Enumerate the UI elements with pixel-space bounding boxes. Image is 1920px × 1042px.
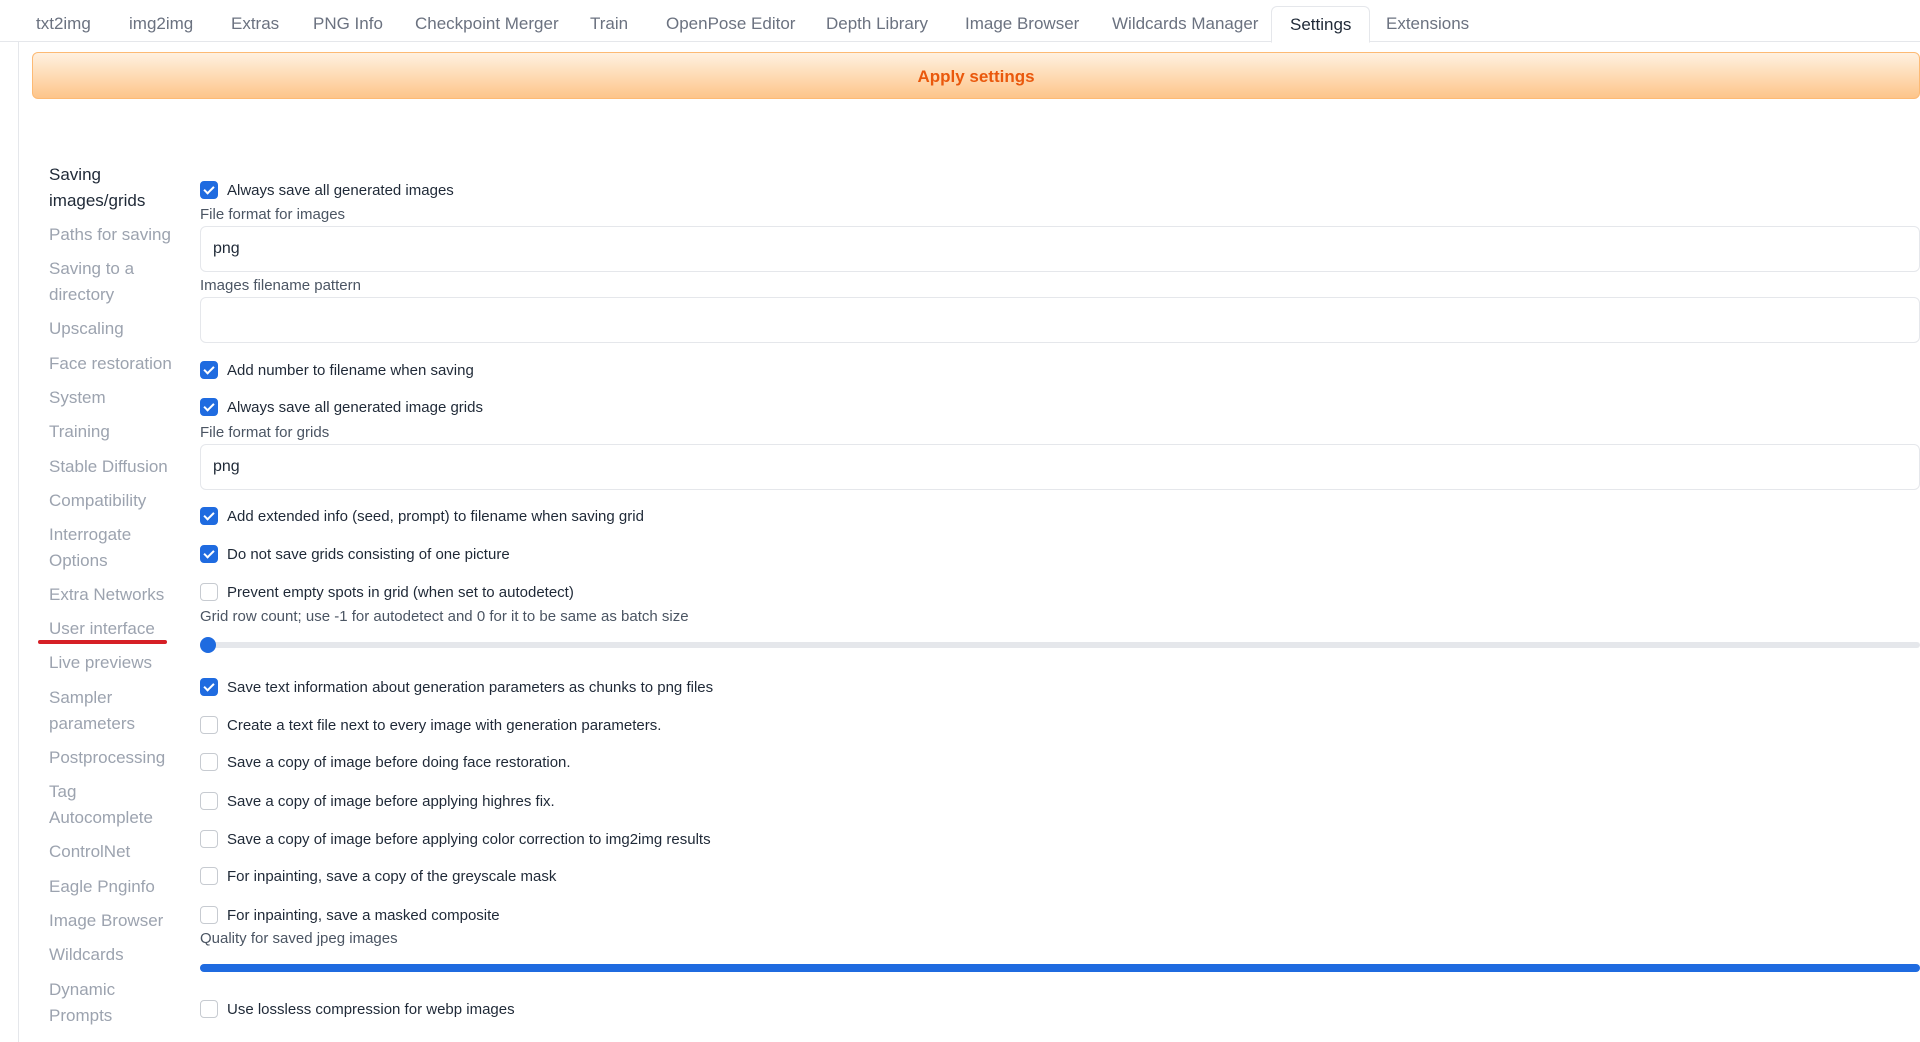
setting-extended-info[interactable]: Add extended info (seed, prompt) to file… [200,506,644,526]
setting-always-save-grids[interactable]: Always save all generated image grids [200,397,483,417]
setting-label: Always save all generated images [227,181,454,199]
tab-image-browser[interactable]: Image Browser [947,6,1097,42]
annotation-underline [38,640,167,644]
setting-label: Always save all generated image grids [227,398,483,416]
jpeg-quality-label: Quality for saved jpeg images [200,930,398,947]
tab-txt2img[interactable]: txt2img [18,6,109,42]
sidebar-item-image-browser[interactable]: Image Browser [49,908,179,934]
file-format-grids-input[interactable]: png [200,444,1920,490]
sidebar-item-system[interactable]: System [49,385,179,411]
setting-copy-before-color[interactable]: Save a copy of image before applying col… [200,829,711,849]
setting-save-text-info[interactable]: Save text information about generation p… [200,677,713,697]
sidebar-item-saving-images-grids[interactable]: Saving images/grids [49,162,179,214]
checkbox[interactable] [200,507,218,525]
checkbox[interactable] [200,398,218,416]
sidebar-item-interrogate-options[interactable]: Interrogate Options [49,522,179,574]
sidebar-item-wildcards[interactable]: Wildcards [49,942,179,968]
sidebar-item-dynamic-prompts[interactable]: Dynamic Prompts [49,977,179,1029]
setting-label: Save text information about generation p… [227,678,714,696]
tab-extras[interactable]: Extras [213,6,297,42]
tab-png-info[interactable]: PNG Info [295,6,401,42]
setting-prevent-empty[interactable]: Prevent empty spots in grid (when set to… [200,582,574,602]
tab-openpose-editor[interactable]: OpenPose Editor [648,6,813,42]
setting-no-single-grid[interactable]: Do not save grids consisting of one pict… [200,544,510,564]
sidebar-item-face-restoration[interactable]: Face restoration [49,351,179,377]
setting-label: Add extended info (seed, prompt) to file… [227,507,644,525]
setting-label: Create a text file next to every image w… [227,716,662,734]
sidebar-item-stable-diffusion[interactable]: Stable Diffusion [49,454,179,480]
grid-row-count-label: Grid row count; use -1 for autodetect an… [200,608,689,625]
apply-settings-button[interactable]: Apply settings [32,52,1920,99]
filename-pattern-input[interactable] [200,297,1920,343]
grid-row-count-slider-thumb[interactable] [200,637,216,653]
checkbox[interactable] [200,716,218,734]
tab-depth-library[interactable]: Depth Library [808,6,946,42]
setting-label: Add number to filename when saving [227,361,474,379]
checkbox[interactable] [200,1000,218,1018]
tab-train[interactable]: Train [572,6,646,42]
checkbox[interactable] [200,583,218,601]
checkbox[interactable] [200,830,218,848]
setting-always-save-images[interactable]: Always save all generated images [200,180,454,200]
setting-label: Use lossless compression for webp images [227,1000,515,1018]
tab-checkpoint-merger[interactable]: Checkpoint Merger [397,6,577,42]
checkbox[interactable] [200,792,218,810]
setting-inpaint-mask[interactable]: For inpainting, save a copy of the greys… [200,866,556,886]
sidebar-item-eagle-pnginfo[interactable]: Eagle Pnginfo [49,874,179,900]
sidebar-item-live-previews[interactable]: Live previews [49,650,179,676]
sidebar-item-sampler-parameters[interactable]: Sampler parameters [49,685,179,737]
setting-webp-lossless[interactable]: Use lossless compression for webp images [200,999,515,1019]
checkbox[interactable] [200,181,218,199]
sidebar-item-saving-to-directory[interactable]: Saving to a directory [49,256,179,308]
setting-copy-before-highres[interactable]: Save a copy of image before applying hig… [200,791,555,811]
file-format-images-label: File format for images [200,206,346,223]
sidebar-item-controlnet[interactable]: ControlNet [49,839,179,865]
grid-row-count-slider[interactable] [200,642,1920,648]
setting-label: Save a copy of image before doing face r… [227,753,571,771]
checkbox[interactable] [200,867,218,885]
setting-inpaint-composite[interactable]: For inpainting, save a masked composite [200,905,500,925]
setting-label: Save a copy of image before applying col… [227,830,711,848]
setting-copy-before-face[interactable]: Save a copy of image before doing face r… [200,752,571,772]
setting-add-number[interactable]: Add number to filename when saving [200,360,474,380]
tab-bar: txt2img img2img Extras PNG Info Checkpoi… [0,0,1920,43]
setting-label: Do not save grids consisting of one pict… [227,545,510,563]
setting-label: Prevent empty spots in grid (when set to… [227,583,574,601]
checkbox[interactable] [200,906,218,924]
file-format-images-input[interactable]: png [200,226,1920,272]
setting-label: Save a copy of image before applying hig… [227,792,555,810]
sidebar-item-paths-for-saving[interactable]: Paths for saving [49,222,179,248]
checkbox[interactable] [200,361,218,379]
file-format-grids-label: File format for grids [200,424,330,441]
sidebar-item-compatibility[interactable]: Compatibility [49,488,179,514]
checkbox[interactable] [200,678,218,696]
jpeg-quality-slider-fill[interactable] [200,964,1920,972]
sidebar-item-extra-networks[interactable]: Extra Networks [49,582,179,608]
checkbox[interactable] [200,753,218,771]
tab-wildcards-manager[interactable]: Wildcards Manager [1094,6,1276,42]
tab-img2img[interactable]: img2img [111,6,211,42]
sidebar-item-upscaling[interactable]: Upscaling [49,316,179,342]
setting-create-text-file[interactable]: Create a text file next to every image w… [200,715,661,735]
setting-label: For inpainting, save a copy of the greys… [227,867,557,885]
filename-pattern-label: Images filename pattern [200,277,361,294]
sidebar-item-user-interface[interactable]: User interface [49,616,179,642]
checkbox[interactable] [200,545,218,563]
setting-label: For inpainting, save a masked composite [227,906,500,924]
tab-extensions[interactable]: Extensions [1368,6,1487,42]
sidebar-item-postprocessing[interactable]: Postprocessing [49,745,179,771]
sidebar-item-training[interactable]: Training [49,419,179,445]
tab-settings[interactable]: Settings [1271,6,1371,43]
sidebar-item-tag-autocomplete[interactable]: Tag Autocomplete [49,779,179,831]
